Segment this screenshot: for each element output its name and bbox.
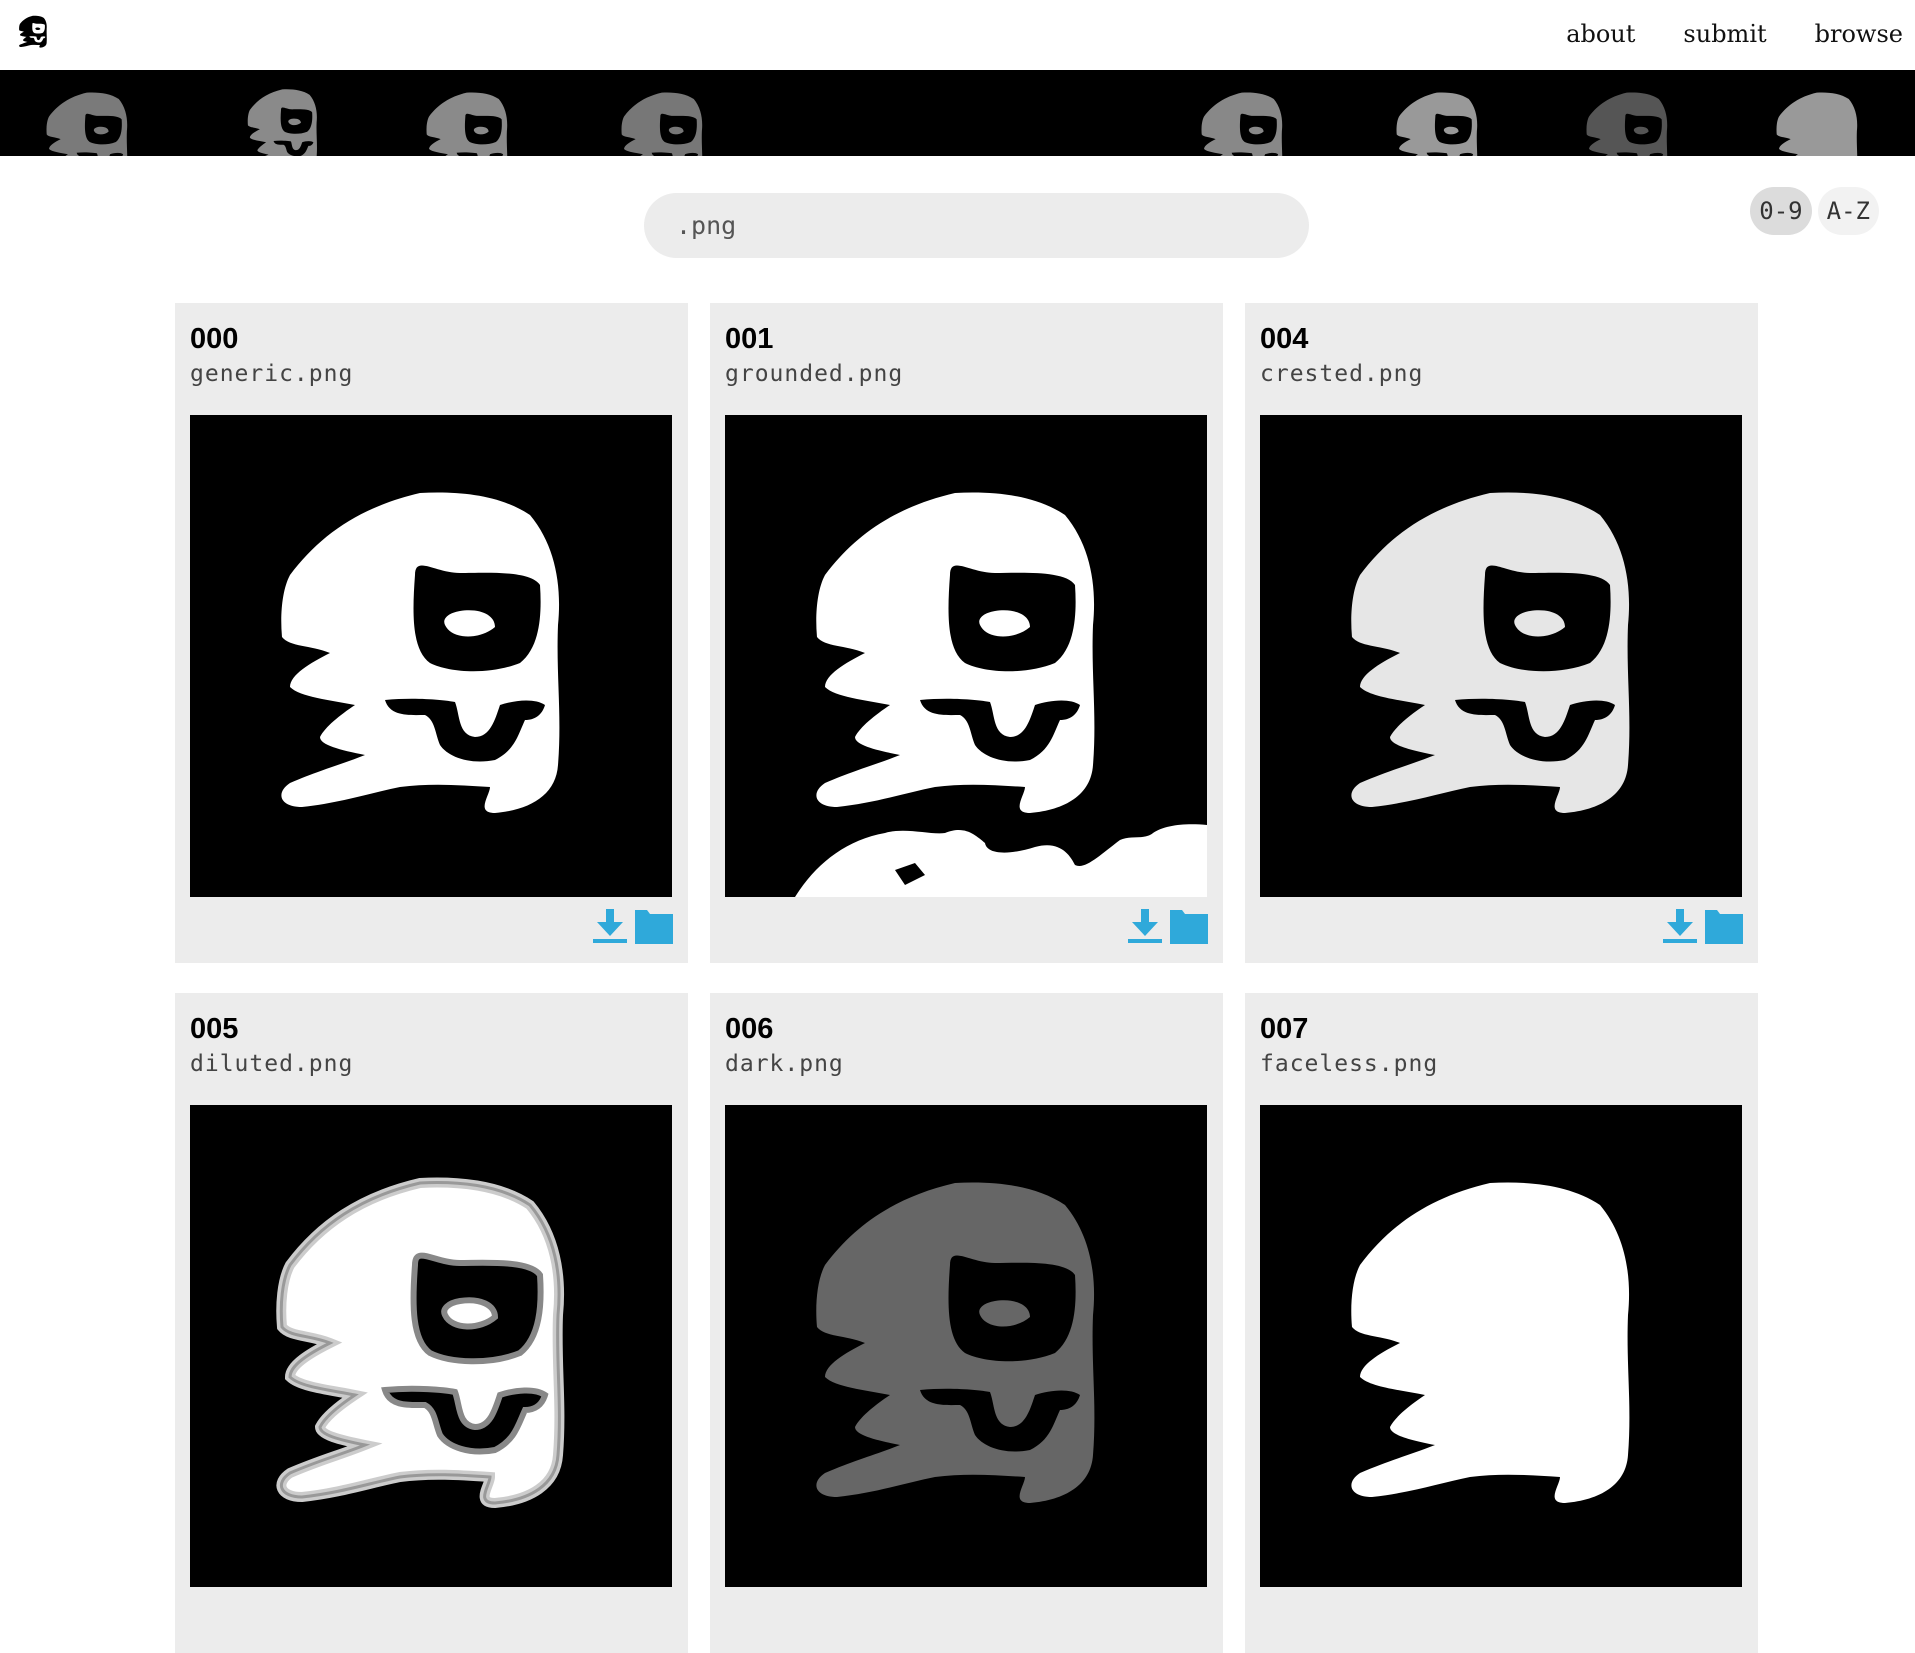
banner-mascot-icon xyxy=(20,70,160,156)
nav-submit-link[interactable]: submit xyxy=(1683,16,1766,52)
mascot-image xyxy=(190,1105,672,1587)
card-filename: dark.png xyxy=(725,1051,844,1077)
sort-alpha-button[interactable]: A-Z xyxy=(1817,187,1879,235)
card-thumbnail[interactable] xyxy=(1260,1105,1742,1587)
card-filename: crested.png xyxy=(1260,361,1424,387)
nav-about-link[interactable]: about xyxy=(1566,16,1635,52)
download-icon[interactable] xyxy=(591,907,629,945)
card-thumbnail[interactable] xyxy=(725,415,1207,897)
image-card: 007 faceless.png xyxy=(1245,993,1758,1653)
card-number: 000 xyxy=(190,323,239,355)
mascot-image xyxy=(795,415,1207,897)
mascot-banner xyxy=(0,70,1915,156)
image-card: 006 dark.png xyxy=(710,993,1223,1653)
top-bar: about submit browse xyxy=(0,0,1915,70)
card-filename: diluted.png xyxy=(190,1051,354,1077)
card-actions xyxy=(591,907,673,945)
card-number: 005 xyxy=(190,1013,239,1045)
card-number: 001 xyxy=(725,323,774,355)
banner-mascot-icon xyxy=(595,70,735,156)
card-number: 007 xyxy=(1260,1013,1309,1045)
card-filename: grounded.png xyxy=(725,361,904,387)
mascot-image xyxy=(190,415,672,897)
site-logo-icon[interactable] xyxy=(10,7,58,57)
banner-mascot-icon xyxy=(400,70,540,156)
main-nav: about submit browse xyxy=(1518,16,1903,52)
image-card: 000 generic.png xyxy=(175,303,688,963)
folder-icon[interactable] xyxy=(635,907,673,945)
sort-controls: 0-9 A-Z xyxy=(1750,187,1879,235)
card-number: 006 xyxy=(725,1013,774,1045)
card-filename: faceless.png xyxy=(1260,1051,1439,1077)
nav-browse-link[interactable]: browse xyxy=(1815,16,1903,52)
download-icon[interactable] xyxy=(1126,907,1164,945)
banner-mascot-icon xyxy=(1175,70,1315,156)
folder-icon[interactable] xyxy=(1705,907,1743,945)
banner-mascot-icon xyxy=(1560,70,1700,156)
image-card: 001 grounded.png xyxy=(710,303,1223,963)
card-thumbnail[interactable] xyxy=(725,1105,1207,1587)
download-icon[interactable] xyxy=(1661,907,1699,945)
banner-mascot-icon xyxy=(225,70,345,156)
mascot-image xyxy=(725,1105,1207,1587)
card-thumbnail[interactable] xyxy=(190,415,672,897)
banner-mascot-icon xyxy=(1750,70,1890,156)
image-card: 004 crested.png xyxy=(1245,303,1758,963)
image-card: 005 diluted.png xyxy=(175,993,688,1653)
card-filename: generic.png xyxy=(190,361,354,387)
card-actions xyxy=(1661,907,1743,945)
card-thumbnail[interactable] xyxy=(190,1105,672,1587)
mascot-image xyxy=(1260,1105,1742,1587)
sort-numeric-button[interactable]: 0-9 xyxy=(1750,187,1812,235)
folder-icon[interactable] xyxy=(1170,907,1208,945)
banner-mascot-icon xyxy=(1370,70,1510,156)
mascot-image xyxy=(1260,415,1742,897)
card-number: 004 xyxy=(1260,323,1309,355)
search-input[interactable] xyxy=(644,193,1309,258)
card-thumbnail[interactable] xyxy=(1260,415,1742,897)
card-actions xyxy=(1126,907,1208,945)
